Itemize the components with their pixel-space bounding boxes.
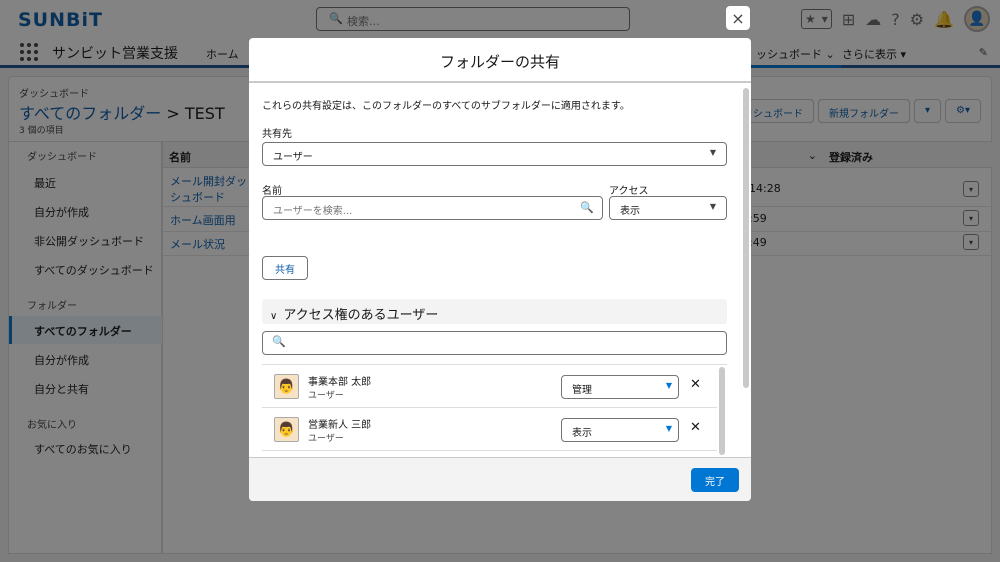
user-access-value: 管理 <box>572 385 592 396</box>
chevron-down-icon: ▼ <box>665 424 672 433</box>
share-with-value: ユーザー <box>273 152 313 163</box>
user-search-input[interactable]: ユーザーを検索... 🔍 <box>262 196 603 220</box>
modal-scrollbar[interactable] <box>743 88 749 388</box>
avatar: 👨 <box>274 417 299 442</box>
modal-body: これらの共有設定は、このフォルダーのすべてのサブフォルダーに適用されます。 共有… <box>249 84 751 457</box>
avatar: 👨 <box>274 374 299 399</box>
access-label: アクセス <box>609 186 649 197</box>
close-icon[interactable]: × <box>726 6 750 30</box>
user-list-scrollbar[interactable] <box>719 367 725 455</box>
remove-user-icon[interactable]: ✕ <box>690 420 701 435</box>
user-access-list: 👨 事業本部 太郎 ユーザー 管理 ▼ ✕ 👨 営業新人 三郎 ユーザー 表示 ▼ … <box>262 364 727 457</box>
user-access-select[interactable]: 管理 ▼ <box>561 375 679 399</box>
search-icon: 🔍 <box>580 201 594 214</box>
chevron-down-icon: ▼ <box>709 202 716 211</box>
name-label: 名前 <box>262 186 282 197</box>
modal-footer: 完了 <box>249 457 751 501</box>
share-button[interactable]: 共有 <box>262 256 308 280</box>
access-select[interactable]: 表示 ▼ <box>609 196 727 220</box>
chevron-down-icon: ▼ <box>709 148 716 157</box>
list-item: 👨 営業新人 三郎 ユーザー 表示 ▼ ✕ <box>262 408 717 451</box>
user-filter-input[interactable]: 🔍 <box>262 331 727 355</box>
list-item: 👨 事業本部 太郎 ユーザー 管理 ▼ ✕ <box>262 365 717 408</box>
users-with-access-section[interactable]: ∨ アクセス権のあるユーザー <box>262 299 727 324</box>
remove-user-icon[interactable]: ✕ <box>690 377 701 392</box>
user-name: 事業本部 太郎 <box>308 377 372 388</box>
section-title: アクセス権のあるユーザー <box>283 308 439 323</box>
chevron-down-icon: ∨ <box>270 311 278 322</box>
user-name: 営業新人 三郎 <box>308 420 372 431</box>
user-search-placeholder: ユーザーを検索... <box>273 206 353 217</box>
share-with-label: 共有先 <box>262 129 292 140</box>
share-folder-modal: フォルダーの共有 これらの共有設定は、このフォルダーのすべてのサブフォルダーに適… <box>249 38 751 501</box>
user-access-select[interactable]: 表示 ▼ <box>561 418 679 442</box>
modal-description: これらの共有設定は、このフォルダーのすべてのサブフォルダーに適用されます。 <box>262 101 630 112</box>
user-role: ユーザー <box>308 434 344 444</box>
user-role: ユーザー <box>308 391 344 401</box>
access-value: 表示 <box>620 206 640 217</box>
modal-title: フォルダーの共有 <box>249 38 751 83</box>
share-with-select[interactable]: ユーザー ▼ <box>262 142 727 166</box>
user-access-value: 表示 <box>572 428 592 439</box>
done-button[interactable]: 完了 <box>691 468 739 492</box>
search-icon: 🔍 <box>272 335 286 348</box>
chevron-down-icon: ▼ <box>665 381 672 390</box>
